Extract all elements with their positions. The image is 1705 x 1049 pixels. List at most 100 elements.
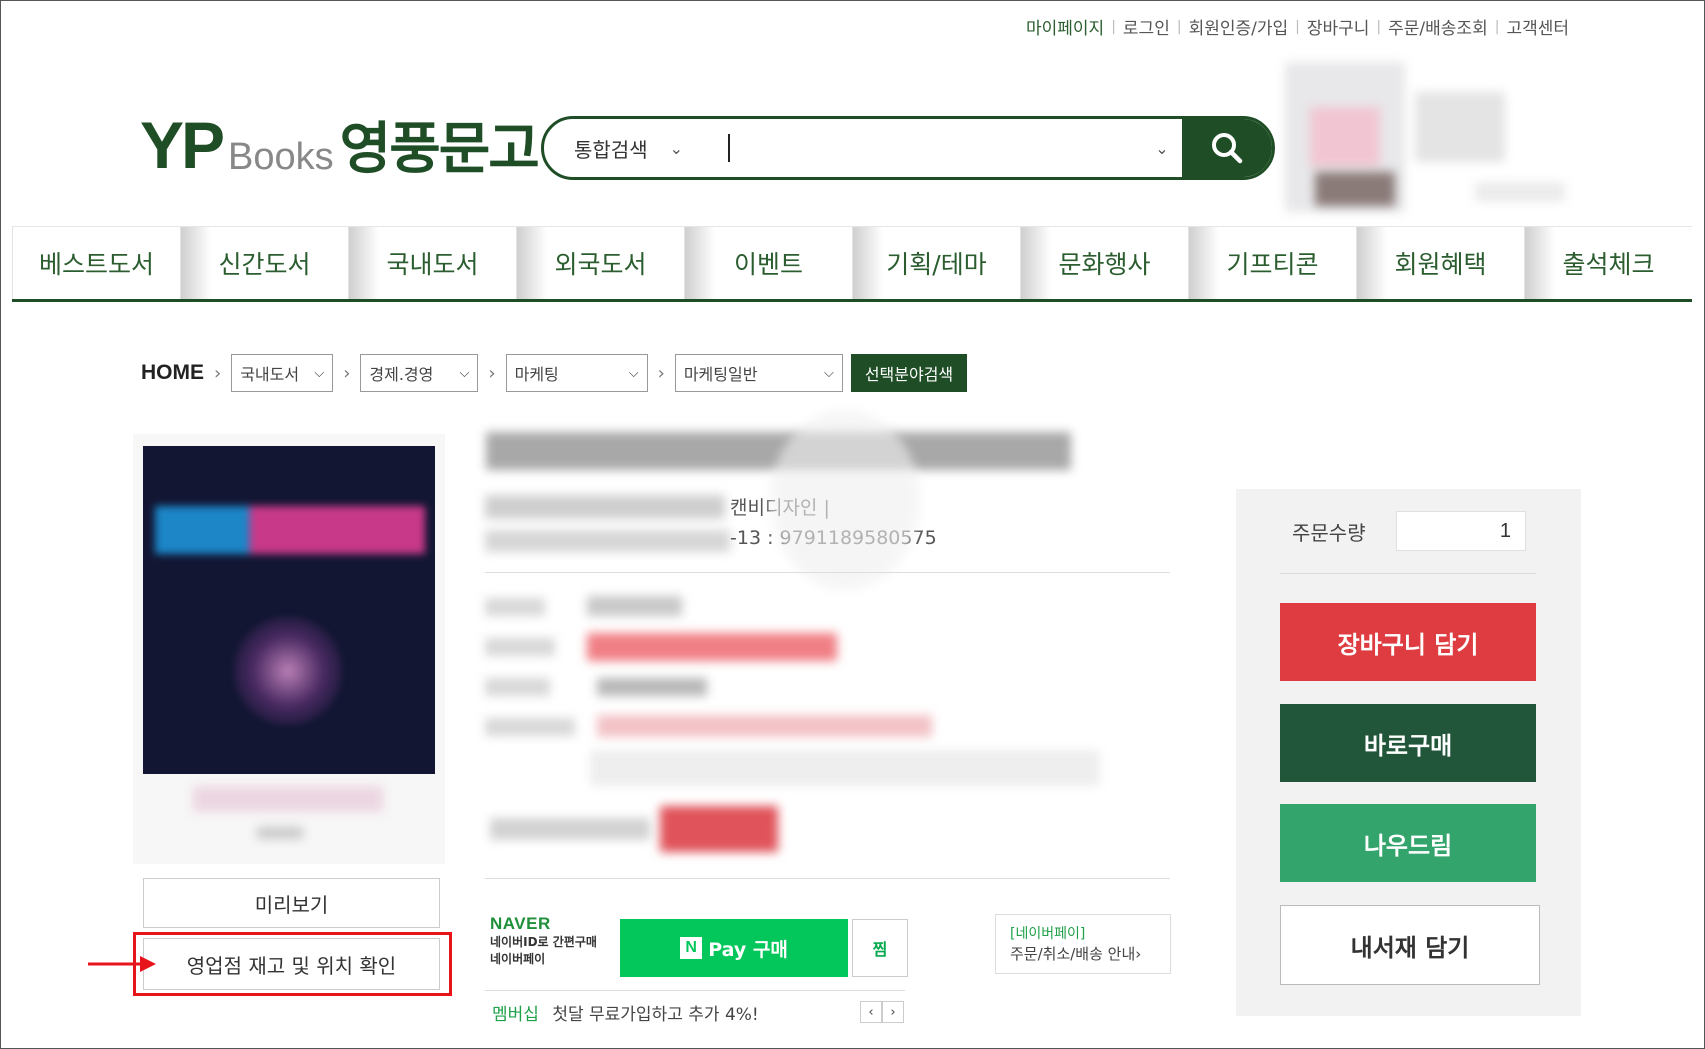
separator: | xyxy=(1295,18,1300,35)
gift-label-blur xyxy=(490,818,650,840)
divider xyxy=(1280,573,1536,574)
breadcrumb-arrow: › xyxy=(343,362,351,384)
category-search-button[interactable]: 선택분야검색 xyxy=(850,354,968,392)
cart-link[interactable]: 장바구니 xyxy=(1307,14,1370,39)
watermark-seal xyxy=(770,410,920,590)
breadcrumb-arrow: › xyxy=(488,362,496,384)
category-select-label: 마케팅 xyxy=(514,365,559,384)
naver-pay-info-tag: [네이버페이] xyxy=(1010,926,1086,942)
gift-badge-blur xyxy=(660,806,778,852)
nowdream-button[interactable]: 나우드림 xyxy=(1280,804,1536,882)
naver-logo: NAVER xyxy=(490,914,551,933)
quantity-input[interactable] xyxy=(1396,511,1526,551)
logo-yp: YP xyxy=(140,108,225,182)
nav-gifticon[interactable]: 기프티콘 xyxy=(1188,226,1356,299)
search-input[interactable] xyxy=(730,119,1142,177)
separator: | xyxy=(1111,18,1116,35)
nav-events[interactable]: 이벤트 xyxy=(684,226,852,299)
divider xyxy=(485,990,905,991)
breadcrumb: HOME › 국내도서 ⌵ › 경제.경영 ⌵ › 마케팅 ⌵ › 마케팅일반 … xyxy=(141,354,968,392)
cover-caption-blur xyxy=(257,827,303,839)
category-select-1[interactable]: 국내도서 ⌵ xyxy=(231,354,334,392)
naver-line2: 네이버페이 xyxy=(490,952,546,966)
naver-n-icon: N xyxy=(680,937,703,959)
wishlist-button[interactable]: 찜 xyxy=(852,919,908,977)
delivery-options-blur xyxy=(590,750,1100,786)
divider xyxy=(485,878,1170,879)
separator: | xyxy=(1176,18,1182,35)
category-select-2[interactable]: 경제.경영 ⌵ xyxy=(360,354,479,392)
category-select-3[interactable]: 마케팅 ⌵ xyxy=(505,354,648,392)
search-icon xyxy=(1212,133,1243,164)
logo-korean: 영풍문고 xyxy=(339,117,540,182)
add-to-cart-button[interactable]: 장바구니 담기 xyxy=(1280,603,1536,681)
naver-pay-info-text: 주문/취소/배송 안내› xyxy=(1010,945,1142,963)
nav-member-benefits[interactable]: 회원혜택 xyxy=(1356,226,1524,299)
nav-foreign-books[interactable]: 외국도서 xyxy=(516,226,684,299)
points-label-blur xyxy=(485,678,550,696)
breadcrumb-arrow: › xyxy=(214,362,222,384)
membership-pager: ‹ › xyxy=(860,1001,904,1023)
naver-pay-label: NAVER 네이버ID로 간편구매 네이버페이 xyxy=(490,914,597,968)
sale-label-blur xyxy=(485,638,555,656)
chevron-down-icon: ⌵ xyxy=(628,365,639,381)
order-tracking-link[interactable]: 주문/배송조회 xyxy=(1388,14,1488,39)
search-button[interactable] xyxy=(1182,119,1272,177)
naver-pay-label-text: Pay 구매 xyxy=(708,938,788,961)
price-label-blur xyxy=(485,598,545,616)
nav-attendance[interactable]: 출석체크 xyxy=(1524,226,1692,299)
delivery-label-blur xyxy=(485,718,575,736)
site-logo[interactable]: YP Books 영풍문고 xyxy=(140,108,540,182)
category-select-4[interactable]: 마케팅일반 ⌵ xyxy=(674,354,843,392)
price-value-blur xyxy=(587,596,682,616)
nav-domestic-books[interactable]: 국내도서 xyxy=(348,226,516,299)
membership-text: 첫달 무료가입하고 추가 4%! xyxy=(552,1005,759,1025)
customer-center-link[interactable]: 고객센터 xyxy=(1506,14,1569,39)
mypage-link[interactable]: 마이페이지 xyxy=(1026,14,1104,39)
nav-new-books[interactable]: 신간도서 xyxy=(180,226,348,299)
separator: | xyxy=(1376,18,1382,35)
delivery-value-blur xyxy=(597,715,932,737)
search-scope-label: 통합검색 xyxy=(574,137,648,162)
membership-banner[interactable]: 멤버십 첫달 무료가입하고 추가 4%! xyxy=(492,1000,759,1025)
breadcrumb-arrow: › xyxy=(657,362,665,384)
nav-culture-events[interactable]: 문화행사 xyxy=(1020,226,1188,299)
points-value-blur xyxy=(597,678,707,696)
category-select-label: 마케팅일반 xyxy=(683,365,758,384)
chevron-down-icon[interactable]: ⌄ xyxy=(1142,139,1182,158)
buy-now-button[interactable]: 바로구매 xyxy=(1280,704,1536,782)
sale-price-blur xyxy=(587,633,837,661)
login-link[interactable]: 로그인 xyxy=(1123,14,1170,39)
naver-line1: 네이버ID로 간편구매 xyxy=(490,935,597,949)
signup-link[interactable]: 회원인증/가입 xyxy=(1189,14,1289,39)
chevron-down-icon: ⌵ xyxy=(314,365,325,381)
top-utility-links: 마이페이지 | 로그인 | 회원인증/가입 | 장바구니 | 주문/배송조회 |… xyxy=(1026,14,1569,40)
cover-title-blur xyxy=(155,506,425,554)
book-cover-area xyxy=(133,434,445,864)
promo-banner[interactable] xyxy=(1285,62,1575,212)
chevron-down-icon: ⌄ xyxy=(669,138,684,158)
book-cover-image[interactable] xyxy=(143,446,435,774)
quantity-label: 주문수량 xyxy=(1292,521,1366,545)
isbn-label-blur xyxy=(485,530,730,552)
naver-pay-info-link[interactable]: [네이버페이] 주문/취소/배송 안내› xyxy=(995,914,1171,974)
chevron-right-icon[interactable]: › xyxy=(882,1001,904,1023)
search-scope-select[interactable]: 통합검색 ⌄ xyxy=(544,119,744,177)
naver-pay-button[interactable]: N Pay 구매 xyxy=(620,919,848,977)
category-select-label: 국내도서 xyxy=(240,365,300,384)
chevron-down-icon: ⌵ xyxy=(823,365,834,381)
nav-bestseller[interactable]: 베스트도서 xyxy=(12,226,180,299)
membership-tag: 멤버십 xyxy=(492,1005,539,1025)
chevron-down-icon: ⌵ xyxy=(459,365,470,381)
nav-theme[interactable]: 기획/테마 xyxy=(852,226,1020,299)
add-to-shelf-button[interactable]: 내서재 담기 xyxy=(1280,905,1540,985)
chevron-left-icon[interactable]: ‹ xyxy=(860,1001,882,1023)
author-blur xyxy=(485,495,725,519)
preview-button[interactable]: 미리보기 xyxy=(143,878,440,928)
logo-books: Books xyxy=(228,136,334,178)
divider xyxy=(485,572,1170,573)
breadcrumb-home[interactable]: HOME xyxy=(141,361,204,385)
main-nav: 베스트도서 신간도서 국내도서 외국도서 이벤트 기획/테마 문화행사 기프티콘… xyxy=(12,226,1692,302)
search-bar: 통합검색 ⌄ ⌄ xyxy=(541,116,1275,180)
highlight-box xyxy=(133,932,452,996)
